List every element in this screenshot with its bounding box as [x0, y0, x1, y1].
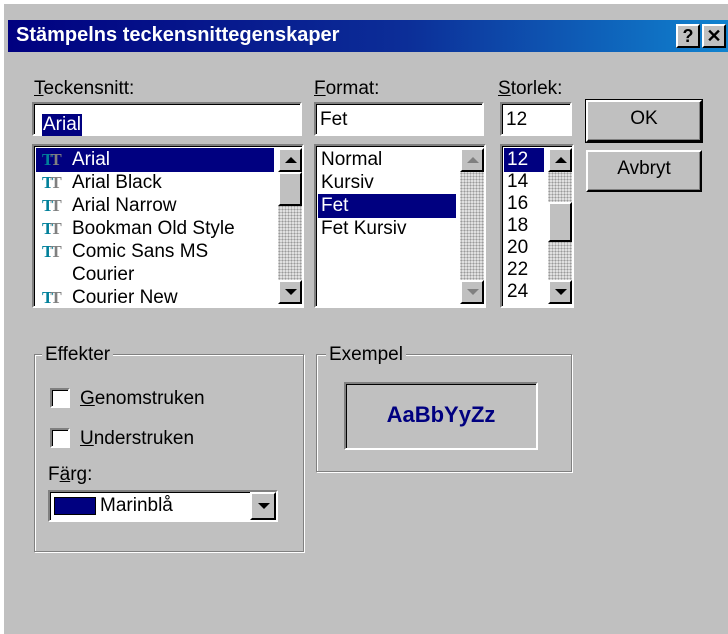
- size-list-item[interactable]: 18: [504, 214, 544, 238]
- font-list-item-label: Arial Black: [72, 172, 162, 193]
- font-list-item-label: Courier New: [72, 287, 178, 308]
- truetype-font-icon: TT: [42, 150, 62, 169]
- chevron-down-icon: [285, 289, 297, 295]
- close-button[interactable]: ✕: [702, 24, 726, 48]
- size-list-item[interactable]: 22: [504, 258, 544, 282]
- style-list-item[interactable]: Fet: [318, 194, 456, 218]
- scroll-down-button[interactable]: [278, 280, 302, 304]
- style-list-item[interactable]: Fet Kursiv: [318, 217, 456, 241]
- font-list-scrollbar[interactable]: [278, 148, 302, 304]
- size-list-item[interactable]: 14: [504, 170, 544, 194]
- font-list-item-label: Comic Sans MS: [72, 241, 209, 262]
- scroll-up-button[interactable]: [278, 148, 302, 172]
- strikethrough-checkbox[interactable]: [50, 388, 70, 408]
- color-dropdown-button[interactable]: [250, 492, 276, 520]
- strikethrough-label[interactable]: Genomstruken: [80, 388, 205, 410]
- truetype-font-icon: TT: [42, 288, 62, 307]
- size-list-item[interactable]: 16: [504, 192, 544, 216]
- cancel-button[interactable]: Avbryt: [586, 150, 702, 192]
- font-list-item[interactable]: TT Arial: [36, 148, 274, 172]
- font-list-item-label: Bookman Old Style: [72, 218, 235, 239]
- color-value: Marinblå: [100, 495, 173, 516]
- chevron-down-icon: [467, 289, 479, 295]
- chevron-up-icon: [555, 157, 567, 163]
- font-list-item[interactable]: Courier: [36, 263, 274, 287]
- help-button[interactable]: ?: [676, 24, 700, 48]
- font-label: Teckensnitt:: [34, 78, 135, 99]
- chevron-up-icon: [467, 157, 479, 163]
- scroll-up-button[interactable]: [548, 148, 572, 172]
- size-label: Storlek:: [498, 78, 563, 99]
- chevron-down-icon: [258, 503, 270, 509]
- truetype-font-icon: TT: [42, 196, 62, 215]
- font-list-item[interactable]: TT Arial Black: [36, 171, 274, 195]
- truetype-font-icon: TT: [42, 242, 62, 261]
- underline-label[interactable]: Understruken: [80, 428, 194, 450]
- effects-legend: Effekter: [42, 344, 114, 366]
- style-list-item[interactable]: Normal: [318, 148, 456, 172]
- style-label: Format:: [314, 78, 380, 99]
- color-swatch: [54, 497, 96, 515]
- scroll-down-button[interactable]: [548, 280, 572, 304]
- font-list-item-label: Arial Narrow: [72, 195, 177, 216]
- font-size-input[interactable]: 12: [500, 102, 572, 136]
- font-list-item-label: Arial: [72, 149, 111, 170]
- style-list-item[interactable]: Kursiv: [318, 171, 456, 195]
- truetype-font-icon: [36, 263, 68, 287]
- scroll-thumb[interactable]: [278, 172, 302, 206]
- font-list-item[interactable]: TT Comic Sans MS: [36, 240, 274, 264]
- chevron-down-icon: [555, 289, 567, 295]
- font-style-list[interactable]: Normal Kursiv Fet Fet Kursiv: [314, 144, 486, 308]
- font-list-item[interactable]: TT Bookman Old Style: [36, 217, 274, 241]
- sample-preview: AaBbYyZz: [344, 382, 538, 450]
- title-bar: Stämpelns teckensnittegenskaper ? ✕: [8, 20, 728, 52]
- font-list-item[interactable]: TT Courier New: [36, 286, 274, 308]
- font-dialog: Stämpelns teckensnittegenskaper ? ✕ Teck…: [0, 0, 728, 634]
- scroll-down-button[interactable]: [460, 280, 484, 304]
- ok-button[interactable]: OK: [585, 99, 703, 143]
- chevron-up-icon: [285, 157, 297, 163]
- scroll-thumb[interactable]: [548, 202, 572, 242]
- color-dropdown[interactable]: Marinblå: [48, 490, 278, 522]
- style-list-scrollbar[interactable]: [460, 148, 484, 304]
- effects-group: [34, 354, 304, 552]
- truetype-font-icon: TT: [42, 219, 62, 238]
- color-label: Färg:: [48, 464, 93, 485]
- font-list-item-label: Courier: [72, 264, 135, 285]
- scroll-up-button[interactable]: [460, 148, 484, 172]
- font-size-list[interactable]: 12 14 16 18 20 22 24: [500, 144, 574, 308]
- window-title: Stämpelns teckensnittegenskaper: [16, 24, 340, 46]
- font-list-item[interactable]: TT Arial Narrow: [36, 194, 274, 218]
- truetype-font-icon: TT: [42, 173, 62, 192]
- size-list-item[interactable]: 20: [504, 236, 544, 260]
- size-list-scrollbar[interactable]: [548, 148, 572, 304]
- font-style-input[interactable]: Fet: [314, 102, 484, 136]
- size-list-item[interactable]: 24: [504, 280, 544, 304]
- sample-legend: Exempel: [326, 344, 406, 366]
- font-list[interactable]: TT Arial TT Arial Black TT Arial Narrow TT Book…: [32, 144, 304, 308]
- size-list-item[interactable]: 12: [504, 148, 544, 172]
- underline-checkbox[interactable]: [50, 428, 70, 448]
- sample-text: AaBbYyZz: [386, 402, 496, 427]
- font-name-input[interactable]: Arial: [32, 102, 302, 136]
